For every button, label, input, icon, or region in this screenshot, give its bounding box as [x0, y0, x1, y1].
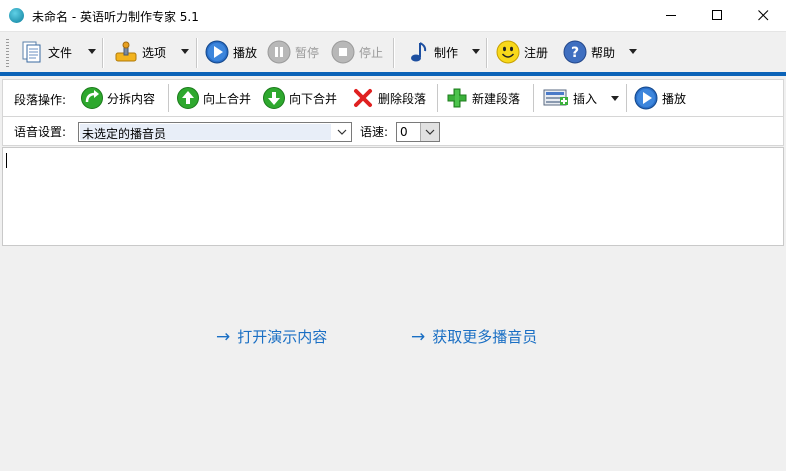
stop-icon [331, 40, 355, 64]
app-window: 未命名 - 英语听力制作专家 5.1 文件 选项 播放 暂停 停止 制作 注册 … [0, 0, 786, 471]
arrow-down-icon [263, 87, 285, 109]
new-paragraph-label: 新建段落 [472, 91, 521, 106]
svg-text:?: ? [571, 45, 579, 61]
minimize-button[interactable] [648, 0, 694, 31]
split-content-label: 分拆内容 [107, 91, 156, 106]
speed-select[interactable]: 0 [396, 122, 440, 142]
pause-button[interactable]: 暂停 [267, 32, 319, 72]
help-icon: ? [563, 40, 587, 64]
help-button[interactable]: ? 帮助 [563, 32, 615, 72]
smiley-icon [496, 40, 520, 64]
main-toolbar: 文件 选项 播放 暂停 停止 制作 注册 ? 帮助 [0, 32, 786, 72]
close-button[interactable] [740, 0, 786, 31]
help-dropdown-icon[interactable] [629, 49, 637, 54]
toolbar-separator [168, 84, 170, 112]
pause-icon [267, 40, 291, 64]
voice-select-value: 未选定的播音员 [82, 127, 167, 141]
merge-down-button[interactable]: 向下合并 [263, 80, 337, 116]
more-voices-link[interactable]: → 获取更多播音员 [411, 326, 537, 347]
insert-dropdown-icon[interactable] [611, 96, 619, 101]
voice-select[interactable]: 未选定的播音员 [78, 122, 352, 142]
arrow-right-icon: → [216, 326, 231, 347]
options-label: 选项 [142, 45, 167, 60]
text-caret [6, 153, 7, 168]
voice-settings-row: 语音设置: 未选定的播音员 语速: 0 [2, 117, 784, 146]
toolbar-separator [486, 38, 488, 68]
play-label: 播放 [233, 45, 258, 60]
delete-paragraph-label: 删除段落 [378, 91, 427, 106]
accent-bar [0, 72, 786, 76]
toolbar-grip[interactable] [6, 39, 9, 67]
split-arrow-icon [81, 87, 103, 109]
help-label: 帮助 [591, 45, 616, 60]
text-editor[interactable] [2, 147, 784, 246]
play-icon [205, 40, 229, 64]
open-demo-label: 打开演示内容 [237, 328, 328, 346]
voice-settings-label: 语音设置: [14, 125, 67, 139]
paragraph-toolbar: 段落操作: 分拆内容 向上合并 向下合并 删除段落 新建段落 插入 播放 [2, 79, 784, 117]
make-button[interactable]: 制作 [406, 32, 458, 72]
toolbar-separator [626, 84, 628, 112]
delete-paragraph-button[interactable]: 删除段落 [352, 80, 426, 116]
options-dropdown-icon[interactable] [181, 49, 189, 54]
merge-up-button[interactable]: 向上合并 [177, 80, 251, 116]
delete-x-icon [354, 89, 372, 107]
app-icon [9, 8, 24, 23]
new-paragraph-button[interactable]: 新建段落 [446, 80, 520, 116]
more-voices-label: 获取更多播音员 [432, 328, 538, 346]
play-button[interactable]: 播放 [205, 32, 257, 72]
arrow-right-icon: → [411, 326, 426, 347]
maximize-button[interactable] [694, 0, 740, 31]
minimize-icon [665, 15, 676, 16]
insert-label: 插入 [573, 91, 598, 106]
toolbar-separator [196, 38, 198, 68]
make-dropdown-icon[interactable] [472, 49, 480, 54]
title-bar: 未命名 - 英语听力制作专家 5.1 [0, 0, 786, 32]
file-button[interactable]: 文件 [20, 32, 72, 72]
split-content-button[interactable]: 分拆内容 [81, 80, 155, 116]
insert-button[interactable]: 插入 [543, 80, 597, 116]
window-title: 未命名 - 英语听力制作专家 5.1 [32, 10, 199, 24]
music-note-icon [411, 42, 427, 62]
options-joystick-icon [115, 41, 137, 62]
file-label: 文件 [48, 45, 73, 60]
play-icon [634, 86, 658, 110]
register-button[interactable]: 注册 [496, 32, 548, 72]
close-icon [757, 10, 768, 21]
stop-label: 停止 [359, 45, 384, 60]
make-label: 制作 [434, 45, 459, 60]
paragraph-play-button[interactable]: 播放 [634, 80, 686, 116]
arrow-up-icon [177, 87, 199, 109]
paragraph-play-label: 播放 [662, 91, 687, 106]
speed-label: 语速: [360, 125, 389, 139]
toolbar-separator [437, 84, 439, 112]
register-label: 注册 [524, 45, 549, 60]
pause-label: 暂停 [295, 45, 320, 60]
plus-icon [447, 88, 467, 108]
insert-list-icon [543, 89, 568, 106]
speed-select-value: 0 [400, 125, 408, 139]
chevron-down-icon[interactable] [333, 123, 351, 141]
document-icon [22, 41, 41, 63]
stop-button[interactable]: 停止 [331, 32, 383, 72]
merge-up-label: 向上合并 [203, 91, 252, 106]
options-button[interactable]: 选项 [114, 32, 166, 72]
file-dropdown-icon[interactable] [88, 49, 96, 54]
maximize-icon [711, 10, 722, 20]
chevron-down-icon[interactable] [420, 123, 439, 141]
merge-down-label: 向下合并 [289, 91, 338, 106]
toolbar-separator [102, 38, 104, 68]
paragraph-operations-label: 段落操作: [14, 93, 67, 107]
open-demo-link[interactable]: → 打开演示内容 [216, 326, 327, 347]
toolbar-separator [533, 84, 535, 112]
toolbar-separator [393, 38, 395, 68]
